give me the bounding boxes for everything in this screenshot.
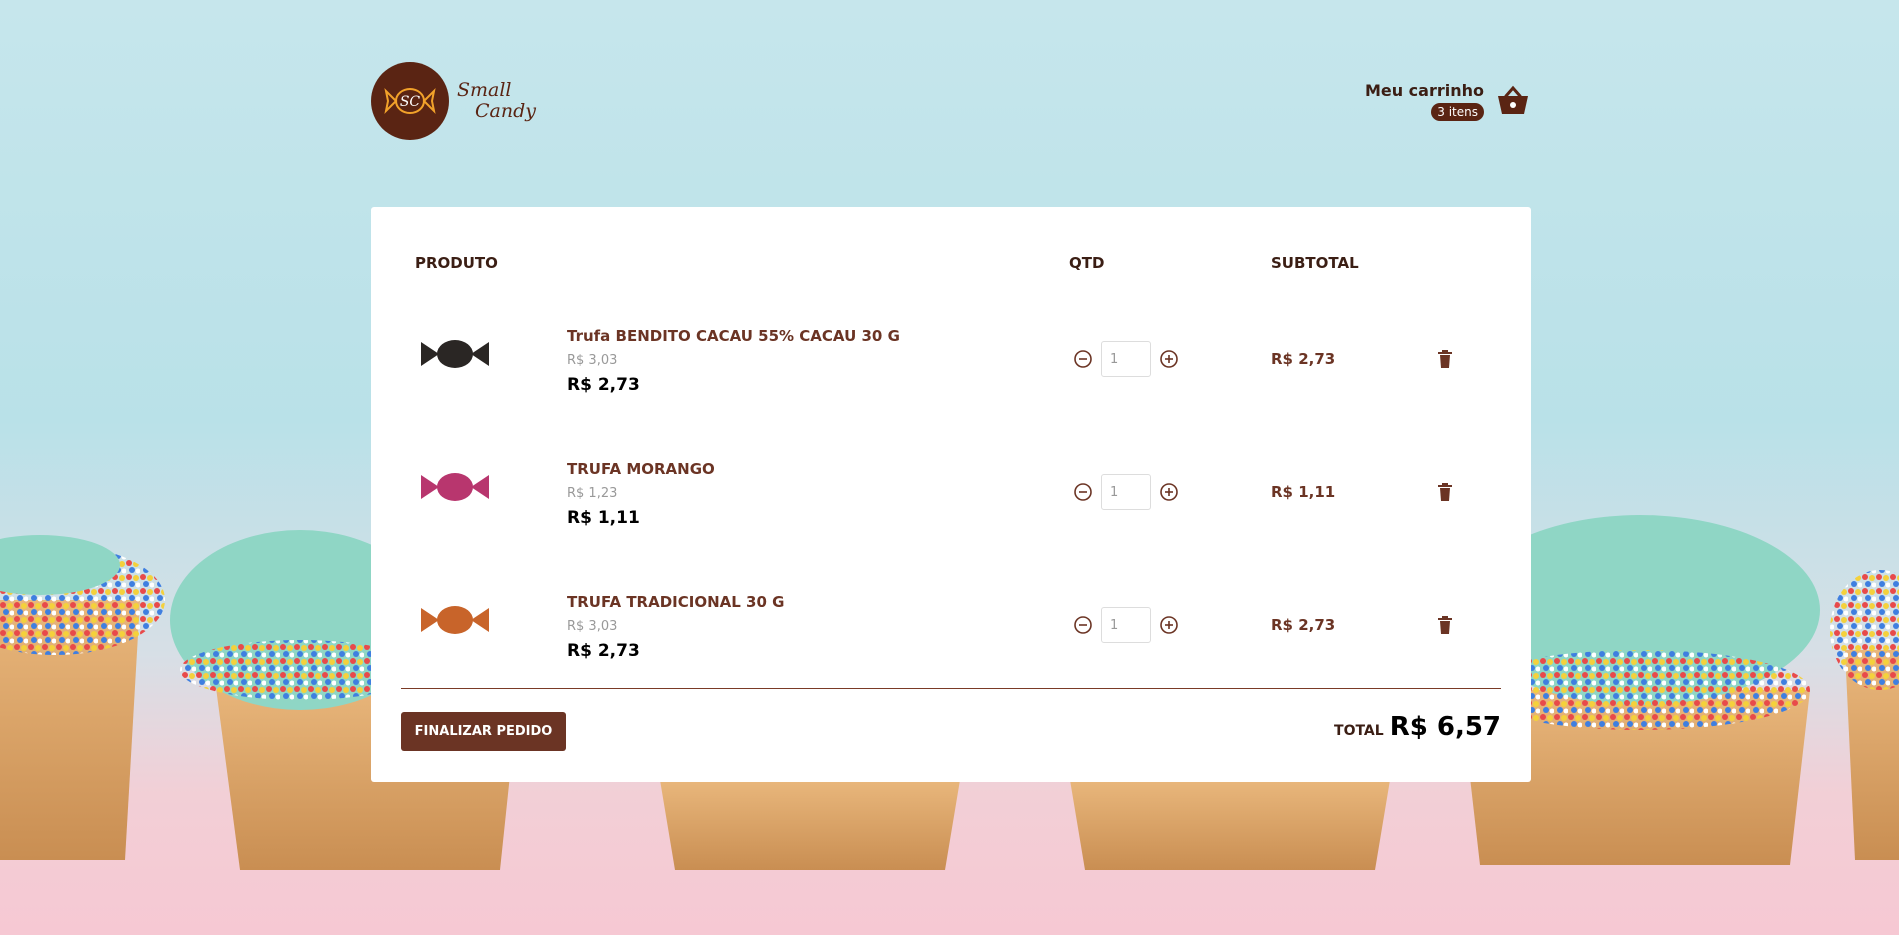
svg-text:SC: SC [400,94,421,110]
quantity-input[interactable] [1101,341,1151,377]
row-subtotal: R$ 2,73 [1271,350,1336,368]
product-old-price: R$ 3,03 [567,619,618,634]
cart-row: TRUFA MORANGO R$ 1,23 R$ 1,11 R$ 1,11 [371,449,1531,549]
cart-panel: PRODUTO QTD SUBTOTAL Trufa BENDITO CACAU… [371,207,1531,782]
product-old-price: R$ 3,03 [567,353,618,368]
cart-title: Meu carrinho [1364,80,1484,100]
product-image [421,606,489,634]
plus-circle-icon[interactable] [1159,482,1179,502]
product-image [421,340,489,368]
product-price: R$ 2,73 [567,641,640,661]
cart-row: TRUFA TRADICIONAL 30 G R$ 3,03 R$ 2,73 R… [371,582,1531,682]
order-total: TOTAL R$ 6,57 [1334,712,1501,742]
column-header-product: PRODUTO [415,254,498,272]
product-name[interactable]: Trufa BENDITO CACAU 55% CACAU 30 G [567,327,900,345]
total-label: TOTAL [1334,723,1384,739]
cart-info: Meu carrinho 3 itens [1365,81,1484,121]
product-price: R$ 1,11 [567,508,640,528]
quantity-stepper [1073,341,1179,377]
trash-icon[interactable] [1437,615,1453,635]
minus-circle-icon[interactable] [1073,482,1093,502]
quantity-input[interactable] [1101,607,1151,643]
logo[interactable]: SC Small Candy [371,61,536,140]
divider [401,688,1501,689]
product-name[interactable]: TRUFA TRADICIONAL 30 G [567,593,784,611]
finish-order-button[interactable]: FINALIZAR PEDIDO [401,712,566,751]
row-subtotal: R$ 1,11 [1271,483,1336,501]
cart-row: Trufa BENDITO CACAU 55% CACAU 30 G R$ 3,… [371,316,1531,416]
trash-icon[interactable] [1437,482,1453,502]
product-image [421,473,489,501]
logo-line-2: Candy [475,99,536,122]
trash-icon[interactable] [1437,349,1453,369]
product-price: R$ 2,73 [567,375,640,395]
cart-count-badge: 3 itens [1431,102,1484,121]
quantity-input[interactable] [1101,474,1151,510]
site-header: SC Small Candy Meu carrinho 3 itens [371,58,1530,143]
total-value: R$ 6,57 [1389,712,1501,742]
quantity-stepper [1073,474,1179,510]
product-name[interactable]: TRUFA MORANGO [567,460,715,478]
column-header-subtotal: SUBTOTAL [1271,254,1359,272]
logo-wordmark: Small Candy [457,78,536,122]
logo-line-1: Small [457,78,512,101]
plus-circle-icon[interactable] [1159,615,1179,635]
quantity-stepper [1073,607,1179,643]
product-old-price: R$ 1,23 [567,486,618,501]
basket-icon[interactable] [1496,84,1530,118]
column-header-qty: QTD [1069,254,1105,272]
minus-circle-icon[interactable] [1073,349,1093,369]
minus-circle-icon[interactable] [1073,615,1093,635]
cart-summary[interactable]: Meu carrinho 3 itens [1365,81,1530,121]
row-subtotal: R$ 2,73 [1271,616,1336,634]
logo-badge: SC [371,61,449,140]
plus-circle-icon[interactable] [1159,349,1179,369]
candy-logo-icon: SC [384,87,436,114]
